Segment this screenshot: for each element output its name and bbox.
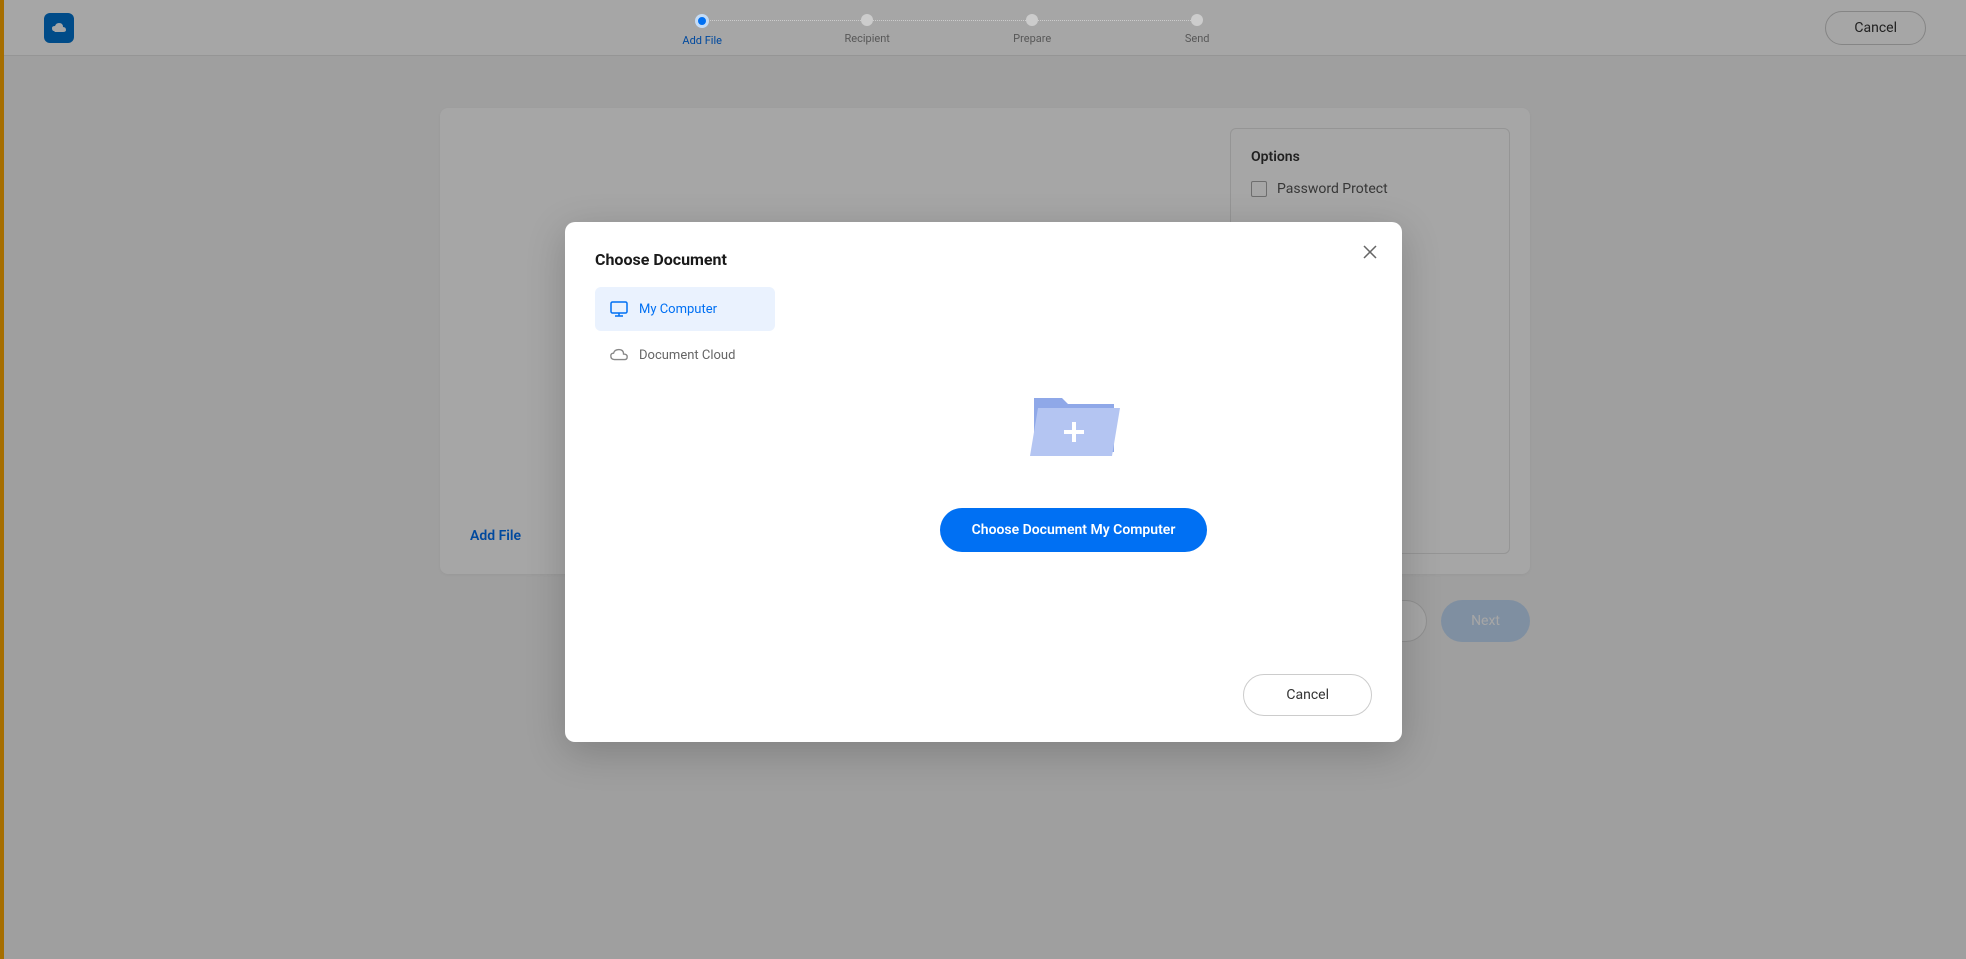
folder-plus-icon [1024,382,1124,462]
step-connector [702,20,867,21]
step-connector [1032,20,1197,21]
source-label: Document Cloud [639,348,735,363]
choose-document-modal: Choose Document My Computer [565,222,1402,742]
modal-cancel-button[interactable]: Cancel [1243,674,1372,716]
source-my-computer[interactable]: My Computer [595,287,775,331]
modal-body: My Computer Document Cloud [595,287,1372,647]
cloud-icon [609,345,629,365]
computer-icon [609,299,629,319]
source-list: My Computer Document Cloud [595,287,775,647]
choose-document-button[interactable]: Choose Document My Computer [940,508,1208,552]
step-connector [867,20,1032,21]
modal-close-button[interactable] [1358,240,1382,264]
source-document-cloud[interactable]: Document Cloud [595,333,775,377]
modal-main-area: Choose Document My Computer [775,287,1372,647]
source-label: My Computer [639,302,717,317]
modal-title: Choose Document [595,250,1372,269]
modal-footer: Cancel [1243,674,1372,716]
close-icon [1363,245,1377,259]
